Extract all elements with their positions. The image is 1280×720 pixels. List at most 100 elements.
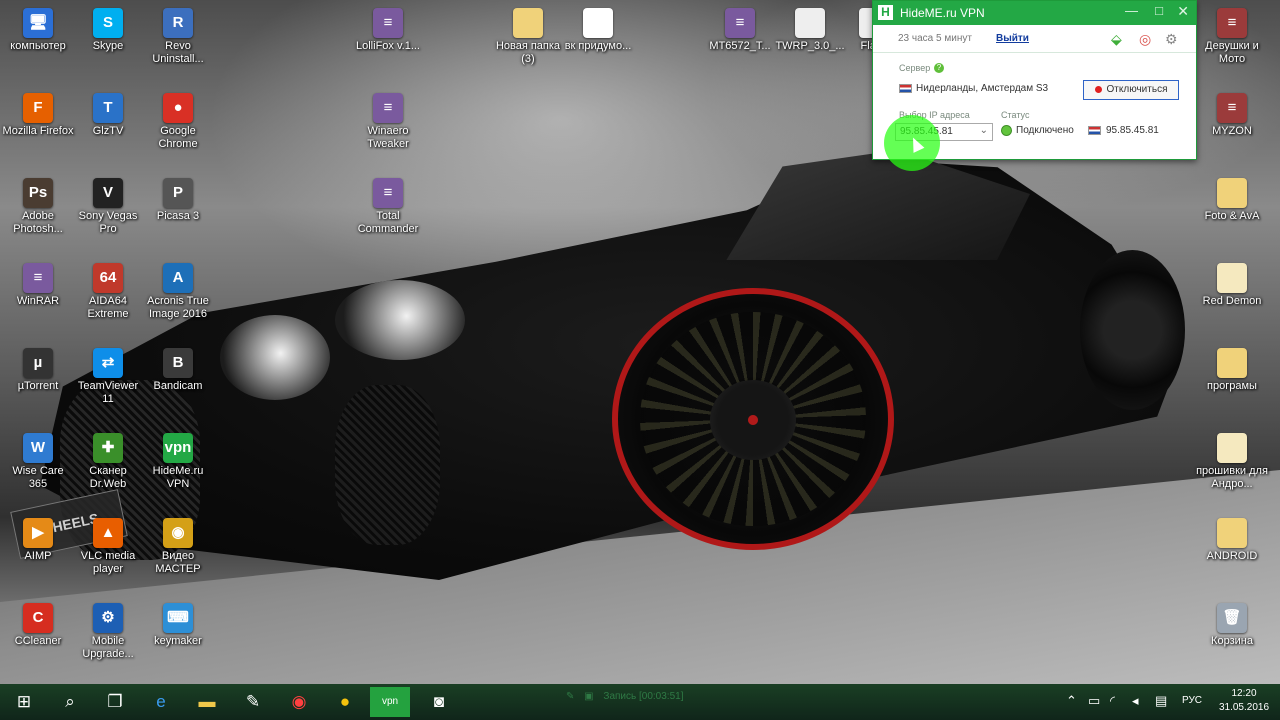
chevron-up-icon[interactable]: ⌃: [1066, 693, 1077, 709]
hideme-vpn-taskbar-icon[interactable]: vpn: [370, 687, 410, 717]
desktop-icon[interactable]: ≡ Winaero Tweaker: [352, 93, 424, 151]
vpn-external-ip-value: 95.85.45.81: [1106, 125, 1159, 136]
desktop-icon[interactable]: P Picasa 3: [142, 178, 214, 223]
desktop-icon[interactable]: B Bandicam: [142, 348, 214, 393]
desktop-icon-label: TWRP_3.0_...: [775, 40, 845, 52]
clock[interactable]: 12:20 31.05.2016: [1218, 687, 1270, 715]
desktop-icon[interactable]: A Acronis True Image 2016: [142, 263, 214, 321]
computer-icon: 🖥: [23, 8, 53, 38]
vpn-cart-icon[interactable]: ⬙: [1111, 31, 1122, 48]
desktop-icon[interactable]: ≡ WinRAR: [2, 263, 74, 308]
status-ok-icon: [1001, 125, 1012, 136]
bandicam-taskbar-icon[interactable]: ◙: [419, 687, 459, 717]
archive-icon: ≡: [1217, 8, 1247, 38]
desktop-icon-label: Skype: [92, 40, 124, 52]
vpn-lifebuoy-icon[interactable]: ◎: [1139, 31, 1151, 48]
desktop-icon[interactable]: Red Demon: [1196, 263, 1268, 308]
desktop-icon[interactable]: 🖥 компьютер: [2, 8, 74, 53]
desktop-icon-label: Новая папка (3): [495, 40, 561, 65]
desktop-icon[interactable]: програмы: [1196, 348, 1268, 393]
skype-icon: S: [93, 8, 123, 38]
archive-icon: ≡: [725, 8, 755, 38]
desktop-icon[interactable]: W Wise Care 365: [2, 433, 74, 491]
pencil-icon[interactable]: ✎: [566, 691, 574, 702]
desktop-icon-label: Winaero Tweaker: [367, 125, 409, 150]
task-view-icon[interactable]: ❐: [95, 687, 135, 717]
desktop-icon-label: Revo Uninstall...: [152, 40, 204, 65]
opera-icon[interactable]: ◉: [279, 687, 319, 717]
language-indicator[interactable]: РУС: [1182, 695, 1202, 706]
close-icon[interactable]: ✕: [1177, 3, 1189, 20]
desktop-icon[interactable]: ≡ LolliFox v.1...: [352, 8, 424, 53]
gear-icon[interactable]: ⚙: [1165, 31, 1178, 48]
file-explorer-icon[interactable]: ▬: [187, 687, 227, 717]
desktop-icon[interactable]: ≡ Девушки и Мото: [1196, 8, 1268, 66]
desktop-icon-label: прошивки для Андро...: [1196, 465, 1268, 490]
desktop-icon[interactable]: Ps Adobe Photosh...: [2, 178, 74, 236]
desktop-icon-label: VLC media player: [80, 550, 136, 575]
help-icon[interactable]: ?: [934, 63, 944, 73]
desktop-icon[interactable]: ≡ MYZON: [1196, 93, 1268, 138]
desktop-icon[interactable]: 64 AIDA64 Extreme: [72, 263, 144, 321]
desktop-icon[interactable]: ⚙ Mobile Upgrade...: [72, 603, 144, 661]
desktop-icon[interactable]: T GlzTV: [72, 93, 144, 138]
red-dot-icon: [1094, 85, 1102, 93]
desktop-icon[interactable]: ≡ MT6572_T...: [704, 8, 776, 53]
desktop-icon[interactable]: S Skype: [72, 8, 144, 53]
desktop-icon[interactable]: µ µTorrent: [2, 348, 74, 393]
search-icon[interactable]: ⌕: [50, 687, 90, 717]
desktop-icon-label: CCleaner: [14, 635, 62, 647]
desktop-icon-label: Total Commander: [357, 210, 419, 235]
desktop-icon[interactable]: Foto & AvA: [1196, 178, 1268, 223]
desktop-icon[interactable]: vpn HideMe.ru VPN: [142, 433, 214, 491]
desktop-icon[interactable]: прошивки для Андро...: [1196, 433, 1268, 491]
folder-icon: [1217, 518, 1247, 548]
document-icon: [583, 8, 613, 38]
paint-icon[interactable]: ✎: [233, 687, 273, 717]
vpn-logout-link[interactable]: Выйти: [996, 33, 1029, 44]
vpn-logo-icon: H: [878, 5, 893, 20]
camera-icon[interactable]: ▣: [584, 691, 593, 702]
desktop-icon[interactable]: ≡ Total Commander: [352, 178, 424, 236]
vpn-server-selector[interactable]: Нидерланды, Амстердам S3: [899, 83, 1048, 94]
desktop-icon-label: Acronis True Image 2016: [147, 295, 209, 320]
battery-icon[interactable]: ▭: [1088, 693, 1100, 709]
start-button[interactable]: ⊞: [4, 687, 44, 717]
desktop-icon[interactable]: ANDROID: [1196, 518, 1268, 563]
utorrent-icon: µ: [23, 348, 53, 378]
desktop-icon[interactable]: ✚ Сканер Dr.Web: [72, 433, 144, 491]
desktop-icon[interactable]: V Sony Vegas Pro: [72, 178, 144, 236]
desktop-icon[interactable]: Новая папка (3): [492, 8, 564, 66]
folder-icon: [1217, 178, 1247, 208]
edge-icon[interactable]: e: [141, 687, 181, 717]
desktop-icon[interactable]: R Revo Uninstall...: [142, 8, 214, 66]
vpn-titlebar[interactable]: H HideME.ru VPN — □ ✕: [873, 1, 1196, 25]
desktop-icon-label: µTorrent: [17, 380, 59, 392]
desktop-icon-label: ANDROID: [1206, 550, 1258, 562]
desktop-icon[interactable]: ● Google Chrome: [142, 93, 214, 151]
desktop-icon[interactable]: вк придумо...: [562, 8, 634, 53]
disconnect-button[interactable]: Отключиться: [1083, 80, 1179, 100]
desktop-icon[interactable]: ◉ Видео МАСТЕР: [142, 518, 214, 576]
chrome-taskbar-icon[interactable]: ●: [325, 687, 365, 717]
file-icon: [795, 8, 825, 38]
desktop-icon-label: Mobile Upgrade...: [82, 635, 134, 660]
desktop-icon[interactable]: 🗑 Корзина: [1196, 603, 1268, 648]
desktop-icon[interactable]: TWRP_3.0_...: [774, 8, 846, 53]
maximize-icon[interactable]: □: [1155, 3, 1163, 18]
wallpaper-car-grille-right: [335, 385, 440, 545]
minimize-icon[interactable]: —: [1125, 3, 1138, 18]
wallpaper-car-headlight-right: [335, 280, 465, 360]
desktop-icon[interactable]: C CCleaner: [2, 603, 74, 648]
desktop-icon[interactable]: ⌨ keymaker: [142, 603, 214, 648]
desktop-icon[interactable]: F Mozilla Firefox: [2, 93, 74, 138]
notifications-icon[interactable]: ▤: [1155, 693, 1167, 709]
vpn-server-value: Нидерланды, Амстердам S3: [916, 83, 1049, 94]
vpn-status-value: Подключено: [1016, 125, 1074, 137]
wifi-icon[interactable]: ◜: [1110, 693, 1115, 709]
desktop-icon[interactable]: ▶ AIMP: [2, 518, 74, 563]
firefox-icon: F: [23, 93, 53, 123]
volume-icon[interactable]: ◂: [1132, 693, 1139, 709]
desktop-icon[interactable]: ⇄ TeamViewer 11: [72, 348, 144, 406]
desktop-icon[interactable]: ▲ VLC media player: [72, 518, 144, 576]
